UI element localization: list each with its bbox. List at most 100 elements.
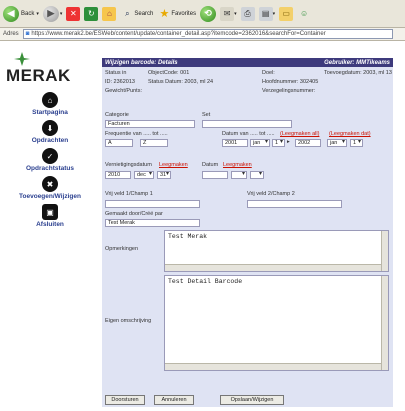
home-icon: ⌂ [42,92,58,108]
sidebar-item-toevoegen-wijzigen[interactable]: ✖ Toevoegen/Wijzigen [0,176,100,200]
page-icon: ◙ [25,31,30,37]
set-input[interactable] [202,120,292,128]
vern-year-input[interactable]: 2010 [105,171,131,179]
datum-from-day-select[interactable]: 1 [272,139,285,147]
print-button[interactable]: ⎙ [240,6,255,21]
back-button[interactable]: ◀ Back ▾ [3,5,39,22]
vrij1-input[interactable] [105,200,200,208]
categorie-input[interactable]: Facturen [105,120,195,128]
printer-icon: ⎙ [240,6,255,21]
sidebar: MERAK ⌂ Startpagina ⬇ Opdrachten ✓ Opdra… [0,42,100,411]
url-text: https://www.merak2.be/ESWeb/content/upda… [31,31,326,37]
datum2-year-input[interactable] [202,171,228,179]
search-button[interactable]: ⌕ Search [120,7,153,21]
datum2-day-select[interactable] [250,171,264,179]
forward-arrow-icon: ▶ [42,5,59,22]
merak-logo: MERAK [6,52,96,85]
vern-day-select[interactable]: 31 [157,171,171,179]
opmerkingen-text: Test Merak [168,233,208,240]
favorites-label: Favorites [171,10,197,17]
page-header: Wijzigen barcode: Details Gebruiker: MMT… [102,58,393,67]
sidebar-item-label: Toevoegen/Wijzigen [19,193,81,200]
omschrijving-text: Test Detail Barcode [168,278,243,285]
chevron-down-icon[interactable]: ▾ [36,11,39,17]
refresh-button[interactable]: ↻ [84,6,99,21]
chevron-down-icon[interactable]: ▾ [234,11,237,17]
to-arrow-icon: ▸ [287,139,290,145]
frequentie-label: Frequentie van ..... tot ..... [105,131,168,137]
sidebar-item-opdrachtstatus[interactable]: ✓ Opdrachtstatus [0,148,100,172]
frequentie-from-input[interactable]: A [105,139,133,147]
home-icon: ⌂ [102,6,117,21]
leegmaken-link[interactable]: Leegmaken [159,162,188,168]
omschrijving-label: Eigen omschrijving [105,318,152,324]
datum2-month-select[interactable] [231,171,247,179]
home-button[interactable]: ⌂ [102,6,117,21]
datum-from-year-input[interactable]: 2001 [222,139,248,147]
stop-button[interactable]: ✕ [66,6,81,21]
toevoegdatum-text: Toevoegdatum: 2003, ml 13 [324,70,392,76]
document-icon: ▤ [258,6,273,21]
leegmaken2-link[interactable]: Leegmaken [223,162,252,168]
categorie-label: Categorie [105,112,129,118]
vertical-scrollbar[interactable] [381,231,388,271]
forward-button[interactable]: ▶ ▾ [42,5,63,22]
doorsturen-button[interactable]: Doorsturen [105,395,145,405]
address-bar: Adres ◙ https://www.merak2.be/ESWeb/cont… [0,28,405,41]
gewicht-text: Gewicht/Punts: [105,88,142,94]
object-code-text: ObjectCode: 001 [148,70,190,76]
exit-icon: ▣ [42,204,58,220]
set-label: Set [202,112,211,118]
history-button[interactable]: ⟲ [200,5,217,22]
leegmaken-all-link[interactable]: (Leegmaken all) [280,131,319,137]
chevron-down-icon[interactable]: ▾ [60,11,63,17]
favorites-button[interactable]: ★ Favorites [157,7,196,21]
address-label: Adres [3,31,19,37]
folder-button[interactable]: ▭ [279,6,294,21]
star-icon: ★ [159,8,170,20]
omschrijving-textarea[interactable]: Test Detail Barcode [164,275,389,371]
horizontal-scrollbar[interactable] [165,363,381,370]
vertical-scrollbar[interactable] [381,276,388,370]
vern-month-select[interactable]: dec [134,171,154,179]
mail-button[interactable]: ✉ ▾ [220,6,237,21]
datum-to-day-select[interactable]: 1 [350,139,363,147]
gemaakt-input[interactable]: Test Merak [105,219,200,227]
main-content: Wijzigen barcode: Details Gebruiker: MMT… [102,58,404,411]
download-icon: ⬇ [42,120,58,136]
sidebar-item-label: Opdrachten [31,137,69,144]
datum-to-month-select[interactable]: jan [327,139,347,147]
datum2-label: Datum [202,162,219,168]
datum-from-month-select[interactable]: jan [250,139,270,147]
opmerkingen-textarea[interactable]: Test Merak [164,230,389,272]
status-text: Status in [105,70,127,76]
edit-button[interactable]: ▤ ▾ [258,6,276,21]
sidebar-item-label: Opdrachtstatus [25,165,75,172]
verzegeling-text: Verzegelingsnummer: [262,88,316,94]
horizontal-scrollbar[interactable] [165,264,381,271]
browser-toolbar: ◀ Back ▾ ▶ ▾ ✕ ↻ ⌂ ⌕ Search ★ Favorites … [0,0,405,28]
vernietiging-label: Vernietigingsdatum [105,162,152,168]
opslaan-button[interactable]: Opslaan/Wijzigen [220,395,284,405]
refresh-icon: ↻ [84,6,99,21]
annuleren-button[interactable]: Annuleren [154,395,194,405]
leegmaken-dat-link[interactable]: (Leegmaken dat) [329,131,371,137]
sidebar-item-afsluiten[interactable]: ▣ Afsluiten [0,204,100,228]
gemaakt-label: Gemaakt door/Créé par [105,211,163,217]
messenger-button[interactable]: ☺ [297,7,311,21]
page-title: Wijzigen barcode: Details [105,59,178,66]
people-icon: ☺ [300,9,309,18]
vrij2-label: Vrij veld 2/Champ 2 [247,191,295,197]
vrij2-input[interactable] [247,200,342,208]
chevron-down-icon[interactable]: ▾ [273,11,276,17]
frequentie-to-input[interactable]: Z [140,139,168,147]
datum-to-year-input[interactable]: 2002 [295,139,321,147]
opmerkingen-label: Opmerkingen [105,246,139,252]
sidebar-item-startpagina[interactable]: ⌂ Startpagina [0,92,100,116]
folder-icon: ▭ [279,6,294,21]
doel-text: Doel: [262,70,275,76]
tools-icon: ✖ [42,176,58,192]
url-input[interactable]: ◙ https://www.merak2.be/ESWeb/content/up… [22,29,393,39]
sidebar-item-opdrachten[interactable]: ⬇ Opdrachten [0,120,100,144]
vrij1-label: Vrij veld 1/Champ 1 [105,191,153,197]
